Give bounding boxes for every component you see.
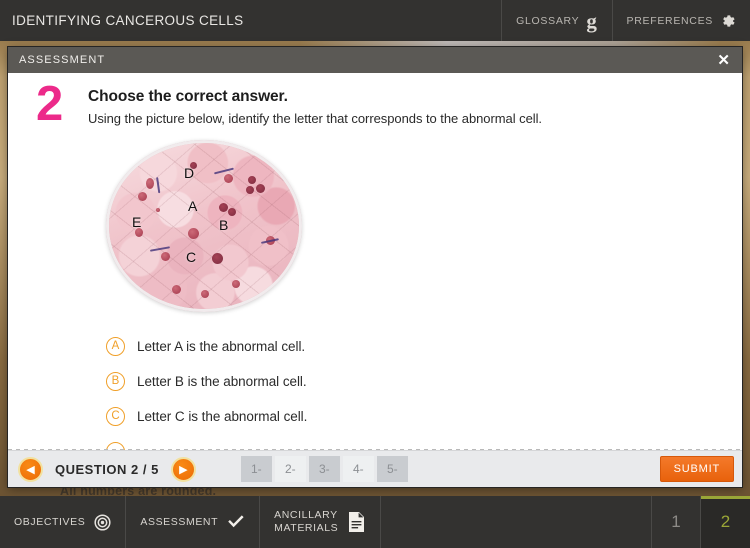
question-tab-4[interactable]: 4- [342, 456, 374, 482]
option-radio-c[interactable]: C [106, 407, 125, 426]
gear-icon [720, 13, 736, 29]
chevron-left-icon[interactable]: ◀ [18, 456, 43, 482]
answer-option-b[interactable]: B Letter B is the abnormal cell. [106, 364, 742, 399]
option-label-c: Letter C is the abnormal cell. [137, 409, 308, 424]
cell-nucleus [161, 252, 170, 261]
question-tabs: 1- 2- 3- 4- 5- [240, 456, 408, 482]
cell-nucleus [228, 208, 236, 216]
question-tab-2[interactable]: 2- [274, 456, 306, 482]
submit-button[interactable]: SUBMIT [659, 456, 734, 482]
modal-title: ASSESSMENT [19, 54, 106, 66]
option-radio-a[interactable]: A [106, 337, 125, 356]
cell-nucleus [172, 285, 181, 294]
objectives-button[interactable]: OBJECTIVES [0, 496, 127, 548]
glossary-button[interactable]: GLOSSARY g [501, 0, 611, 41]
glossary-g-icon: g [586, 9, 598, 33]
ancillary-label: ANCILLARY MATERIALS [274, 509, 338, 535]
assessment-button[interactable]: ASSESSMENT [126, 496, 261, 548]
figure-wrapper: D A E B C [106, 140, 302, 315]
question-prompt: Choose the correct answer. [88, 88, 288, 105]
bottom-toolbar: OBJECTIVES ASSESSMENT ANCILLARY MATERIAL… [0, 496, 750, 548]
question-number: 2 [36, 77, 64, 131]
objectives-label: OBJECTIVES [14, 516, 86, 528]
ancillary-label-line2: MATERIALS [274, 522, 339, 534]
close-icon[interactable]: ✕ [713, 51, 734, 70]
question-counter: QUESTION 2 / 5 [55, 461, 159, 477]
top-header-bar: IDENTIFYING CANCEROUS CELLS GLOSSARY g P… [0, 0, 750, 41]
assessment-label: ASSESSMENT [140, 516, 219, 528]
question-tab-3[interactable]: 3- [308, 456, 340, 482]
cell-nucleus [138, 192, 147, 201]
question-header: 2 Choose the correct answer. Using the p… [8, 73, 742, 131]
cell-nucleus [146, 178, 154, 189]
cell-nucleus [232, 280, 240, 288]
option-label-a: Letter A is the abnormal cell. [137, 339, 306, 354]
option-radio-b[interactable]: B [106, 372, 125, 391]
figure-label-d: D [184, 165, 195, 181]
option-label-b: Letter B is the abnormal cell. [137, 374, 307, 389]
question-tab-1[interactable]: 1- [240, 456, 272, 482]
cell-nucleus [246, 186, 254, 194]
toolbar-spacer [381, 496, 652, 548]
question-instruction: Using the picture below, identify the le… [88, 111, 542, 126]
document-icon [347, 511, 366, 533]
question-navigation-bar: ◀ QUESTION 2 / 5 ▶ 1- 2- 3- 4- 5- SUBMIT [8, 450, 742, 487]
target-icon [94, 513, 111, 531]
figure-label-a: A [188, 198, 198, 214]
modal-body: 2 Choose the correct answer. Using the p… [8, 73, 742, 487]
ancillary-label-line1: ANCILLARY [274, 508, 338, 521]
course-title: IDENTIFYING CANCEROUS CELLS [12, 13, 244, 28]
page-button-2[interactable]: 2 [701, 496, 750, 548]
cell-nucleus [256, 184, 265, 193]
app-root: All numbers are rounded. IDENTIFYING CAN… [0, 0, 750, 548]
preferences-button[interactable]: PREFERENCES [611, 0, 750, 41]
cell-nucleus [201, 290, 209, 298]
question-tab-5[interactable]: 5- [376, 456, 408, 482]
preferences-label: PREFERENCES [626, 14, 713, 27]
figure-label-e: E [132, 214, 142, 230]
figure-label-b: B [219, 217, 229, 233]
cell-nucleus [188, 228, 199, 239]
modal-title-bar: ASSESSMENT ✕ [8, 47, 742, 73]
cell-nucleus [156, 208, 160, 212]
cell-nucleus [219, 203, 228, 212]
question-text-group: Choose the correct answer. Using the pic… [88, 85, 542, 126]
figure-label-c: C [186, 249, 197, 265]
answer-option-a[interactable]: A Letter A is the abnormal cell. [106, 329, 742, 364]
answer-option-c[interactable]: C Letter C is the abnormal cell. [106, 399, 742, 434]
chevron-right-icon[interactable]: ▶ [170, 456, 196, 482]
cell-nucleus [248, 176, 256, 184]
ancillary-materials-button[interactable]: ANCILLARY MATERIALS [260, 496, 382, 548]
check-icon [227, 514, 245, 530]
assessment-modal: ASSESSMENT ✕ 2 Choose the correct answer… [8, 47, 742, 487]
cell-nucleus [224, 174, 233, 183]
cell-nucleus [212, 253, 223, 264]
page-button-1[interactable]: 1 [652, 496, 701, 548]
glossary-label: GLOSSARY [516, 14, 580, 27]
